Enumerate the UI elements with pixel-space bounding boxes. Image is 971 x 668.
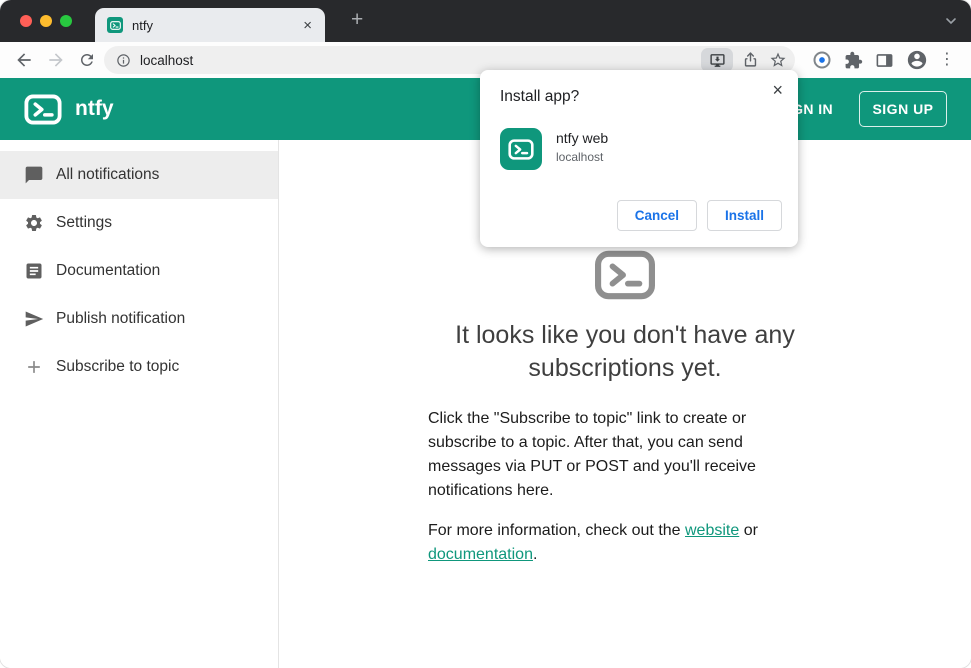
gear-icon xyxy=(24,213,44,233)
ntfy-app-icon xyxy=(500,128,542,170)
empty-state-more-info: For more information, check out the webs… xyxy=(428,519,780,567)
sidebar-item-settings[interactable]: Settings xyxy=(0,199,278,247)
ntfy-logo-icon xyxy=(24,94,62,125)
reload-button[interactable] xyxy=(78,51,96,74)
sidebar-item-label: Documentation xyxy=(56,262,161,279)
sidebar-item-label: Subscribe to topic xyxy=(56,358,180,375)
sidebar-item-subscribe-to-topic[interactable]: Subscribe to topic xyxy=(0,343,278,391)
chat-bubble-icon xyxy=(24,165,44,185)
minimize-window-button[interactable] xyxy=(40,15,52,27)
new-tab-button[interactable]: + xyxy=(345,6,369,34)
brand-title: ntfy xyxy=(75,97,114,120)
sidebar-item-label: Publish notification xyxy=(56,310,186,327)
sidebar-item-label: All notifications xyxy=(56,166,160,183)
book-icon xyxy=(24,261,44,281)
back-button[interactable] xyxy=(14,50,34,75)
empty-state-heading: It looks like you don't have any subscri… xyxy=(455,321,795,382)
install-button[interactable]: Install xyxy=(706,200,782,231)
more-info-text: or xyxy=(739,522,758,539)
tab-strip: ntfy × + xyxy=(0,0,971,42)
tab-list-chevron-icon[interactable] xyxy=(945,14,957,32)
sidebar-item-documentation[interactable]: Documentation xyxy=(0,247,278,295)
extension-icon[interactable] xyxy=(812,50,832,75)
side-panel-icon[interactable] xyxy=(875,51,894,75)
profile-avatar-icon[interactable] xyxy=(906,49,928,76)
browser-tab[interactable]: ntfy × xyxy=(95,8,325,42)
zoom-window-button[interactable] xyxy=(60,15,72,27)
sidebar-item-all-notifications[interactable]: All notifications xyxy=(0,151,278,199)
ntfy-favicon-icon xyxy=(107,17,123,33)
extensions-puzzle-icon[interactable] xyxy=(844,51,863,75)
browser-window: ntfy × + localhost ⋮ ntfy SIGN IN SIGN U… xyxy=(0,0,971,668)
tab-close-icon[interactable]: × xyxy=(300,17,315,34)
plus-icon xyxy=(24,357,44,377)
browser-menu-icon[interactable]: ⋮ xyxy=(939,50,955,70)
cancel-button[interactable]: Cancel xyxy=(616,200,697,231)
url-text[interactable]: localhost xyxy=(140,53,795,68)
tab-title: ntfy xyxy=(132,17,153,33)
empty-state-body: Click the "Subscribe to topic" link to c… xyxy=(428,410,756,499)
sign-up-button[interactable]: SIGN UP xyxy=(859,91,947,127)
dialog-app-name: ntfy web xyxy=(556,130,609,146)
install-app-icon[interactable] xyxy=(701,48,733,72)
dialog-app-origin: localhost xyxy=(556,150,604,164)
site-info-icon[interactable] xyxy=(116,53,131,68)
dialog-title: Install app? xyxy=(500,88,580,105)
dialog-close-icon[interactable]: × xyxy=(772,80,783,101)
more-info-text: . xyxy=(532,546,538,563)
more-info-text: For more information, check out the xyxy=(428,522,685,539)
sidebar-item-label: Settings xyxy=(56,214,113,231)
website-link[interactable]: website xyxy=(685,522,739,539)
close-window-button[interactable] xyxy=(20,15,32,27)
send-icon xyxy=(24,309,44,329)
forward-button[interactable] xyxy=(46,50,66,75)
install-app-dialog: Install app? × ntfy web localhost Cancel… xyxy=(480,70,798,247)
documentation-link[interactable]: documentation xyxy=(428,546,533,563)
sidebar: All notifications Settings Documentation… xyxy=(0,140,279,668)
sidebar-item-publish-notification[interactable]: Publish notification xyxy=(0,295,278,343)
